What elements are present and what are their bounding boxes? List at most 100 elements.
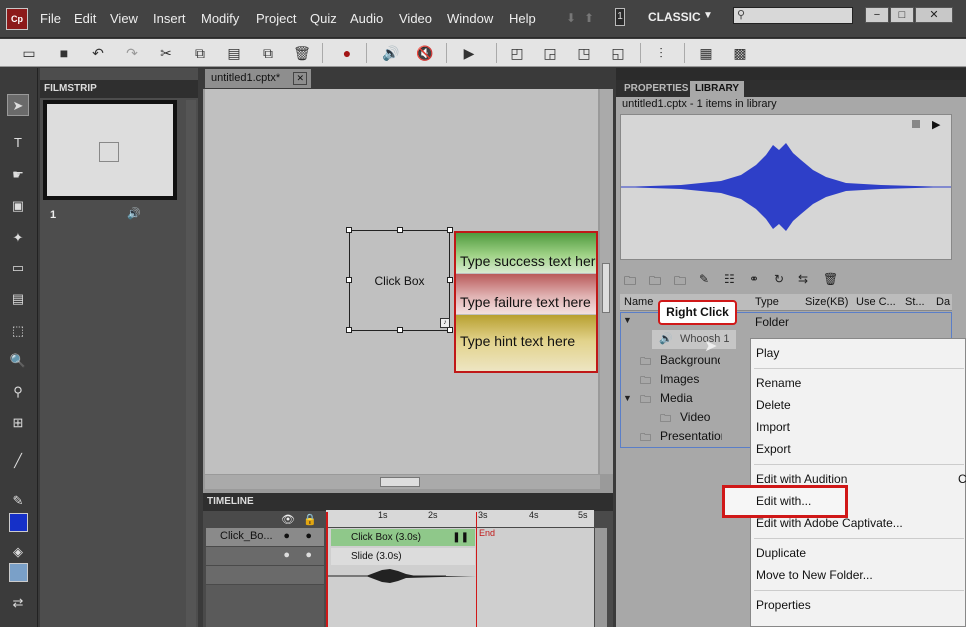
menu-window[interactable]: Window: [447, 11, 493, 26]
fill-color-swatch[interactable]: [9, 563, 28, 582]
resize-handle[interactable]: [346, 277, 352, 283]
line-tool-icon[interactable]: ╱: [7, 450, 29, 472]
menu-item-edit-with-captivate[interactable]: Edit with Adobe Captivate...: [756, 516, 903, 530]
resize-handle[interactable]: [397, 227, 403, 233]
click-box-tool-icon[interactable]: ⬚: [7, 320, 29, 342]
tab-library[interactable]: LIBRARY: [690, 81, 744, 97]
menu-item-import[interactable]: Import: [756, 420, 790, 434]
swap-colors-icon[interactable]: ⇄: [7, 592, 29, 614]
preview-icon[interactable]: ▶: [460, 44, 478, 62]
menu-video[interactable]: Video: [399, 11, 432, 26]
playhead[interactable]: [326, 512, 328, 627]
end-marker-line[interactable]: [476, 512, 477, 627]
scroll-thumb[interactable]: [380, 477, 420, 487]
menu-item-edit-with[interactable]: Edit with...: [756, 494, 811, 508]
selection-tool-icon[interactable]: ➤: [7, 94, 29, 116]
menu-edit[interactable]: Edit: [74, 11, 96, 26]
maximize-button[interactable]: □: [890, 7, 914, 23]
duplicate-icon[interactable]: ⧉: [259, 44, 277, 62]
resize-handle[interactable]: [346, 327, 352, 333]
zoom-area-tool-icon[interactable]: ✦: [7, 227, 29, 249]
click-box-object[interactable]: Click Box: [349, 230, 450, 331]
tree-item-presentation[interactable]: Presentation: [660, 429, 722, 443]
tab-properties[interactable]: PROPERTIES: [620, 81, 688, 97]
play-icon[interactable]: ▶: [932, 118, 940, 131]
select-unused-icon[interactable]: ⇆: [798, 272, 808, 286]
visibility-dot[interactable]: ●: [283, 549, 290, 561]
timeline-header[interactable]: TIMELINE: [203, 493, 613, 511]
resize-handle[interactable]: [447, 227, 453, 233]
timeline-layer-row[interactable]: ● ●: [206, 547, 324, 565]
text-entry-tool-icon[interactable]: ▤: [7, 288, 29, 310]
delete-icon[interactable]: 🗑: [293, 44, 311, 62]
expand-arrow-icon[interactable]: ▼: [623, 315, 632, 325]
slide-timeline-bar[interactable]: Slide (3.0s): [331, 548, 475, 565]
timeline-scrollbar[interactable]: [595, 528, 607, 627]
menu-item-rename[interactable]: Rename: [756, 376, 801, 390]
menu-item-delete[interactable]: Delete: [756, 398, 791, 412]
text-caption-tool-icon[interactable]: T: [7, 132, 29, 154]
failure-caption[interactable]: Type failure text here: [456, 274, 596, 314]
column-name[interactable]: Name: [624, 296, 653, 308]
send-back-icon[interactable]: ◱: [609, 44, 627, 62]
resize-handle[interactable]: [447, 277, 453, 283]
menu-file[interactable]: File: [40, 11, 61, 26]
menu-help[interactable]: Help: [509, 11, 536, 26]
workspace-switcher[interactable]: CLASSIC: [648, 10, 701, 24]
export-icon[interactable]: 🗀: [674, 272, 686, 293]
column-size[interactable]: Size(KB): [805, 296, 848, 308]
align-icon[interactable]: ⫶: [652, 44, 670, 62]
search-input[interactable]: ⚲: [733, 7, 853, 24]
stage-vertical-scrollbar[interactable]: [600, 89, 613, 474]
arrow-up-icon[interactable]: ⬆: [584, 11, 594, 25]
stroke-color-swatch[interactable]: [9, 513, 28, 532]
tree-item-media[interactable]: Media: [660, 391, 693, 405]
stop-icon[interactable]: [912, 120, 920, 128]
usage-icon[interactable]: ⚭: [749, 272, 759, 286]
bring-forward-icon[interactable]: ◰: [508, 44, 526, 62]
properties-icon[interactable]: ☷: [724, 272, 735, 286]
lock-dot[interactable]: ●: [305, 530, 312, 542]
folder-icon[interactable]: 🗀: [624, 272, 636, 293]
menu-quiz[interactable]: Quiz: [310, 11, 337, 26]
lock-dot[interactable]: ●: [305, 549, 312, 561]
eye-icon[interactable]: 👁: [281, 513, 295, 526]
minimize-button[interactable]: −: [865, 7, 889, 23]
column-status[interactable]: St...: [905, 296, 925, 308]
edit-icon[interactable]: ✎: [699, 272, 709, 286]
undo-icon[interactable]: ↶: [89, 44, 107, 62]
tree-item-images[interactable]: Images: [660, 372, 699, 386]
save-icon[interactable]: ■: [55, 44, 73, 62]
column-date[interactable]: Da: [936, 296, 950, 308]
import-icon[interactable]: 🗀: [649, 272, 661, 293]
scroll-thumb[interactable]: [602, 263, 610, 313]
column-use-count[interactable]: Use C...: [856, 296, 896, 308]
visibility-dot[interactable]: ●: [283, 530, 290, 542]
mute-icon[interactable]: 🔇: [416, 44, 434, 62]
rollover-tool-icon[interactable]: ☛: [7, 164, 29, 186]
tree-item-whoosh[interactable]: 🔊 Whoosh 1: [652, 330, 736, 349]
eyedropper-tool-icon[interactable]: ✎: [7, 490, 29, 512]
close-button[interactable]: ✕: [915, 7, 953, 23]
arrow-down-icon[interactable]: ⬇: [566, 11, 576, 25]
send-backward-icon[interactable]: ◲: [541, 44, 559, 62]
resize-handle[interactable]: [397, 327, 403, 333]
menu-item-export[interactable]: Export: [756, 442, 791, 456]
feedback-captions-group[interactable]: Type success text here Type failure text…: [454, 231, 598, 373]
column-type[interactable]: Type: [755, 296, 779, 308]
stage-horizontal-scrollbar[interactable]: [205, 475, 600, 489]
timeline-ruler[interactable]: [326, 510, 594, 527]
filmstrip-header[interactable]: FILMSTRIP: [40, 80, 198, 98]
filmstrip-scrollbar[interactable]: [186, 100, 196, 627]
slide-thumbnail[interactable]: [43, 100, 177, 200]
chevron-down-icon[interactable]: ▼: [703, 10, 713, 21]
hint-caption[interactable]: Type hint text here: [456, 315, 596, 371]
menu-item-duplicate[interactable]: Duplicate: [756, 546, 806, 560]
menu-modify[interactable]: Modify: [201, 11, 239, 26]
menu-item-properties[interactable]: Properties: [756, 598, 811, 612]
menu-audio[interactable]: Audio: [350, 11, 383, 26]
highlight-tool-icon[interactable]: ▣: [7, 195, 29, 217]
button-tool-icon[interactable]: ▭: [7, 257, 29, 279]
menu-item-move-to-new-folder[interactable]: Move to New Folder...: [756, 568, 873, 582]
update-icon[interactable]: ↻: [774, 272, 784, 286]
